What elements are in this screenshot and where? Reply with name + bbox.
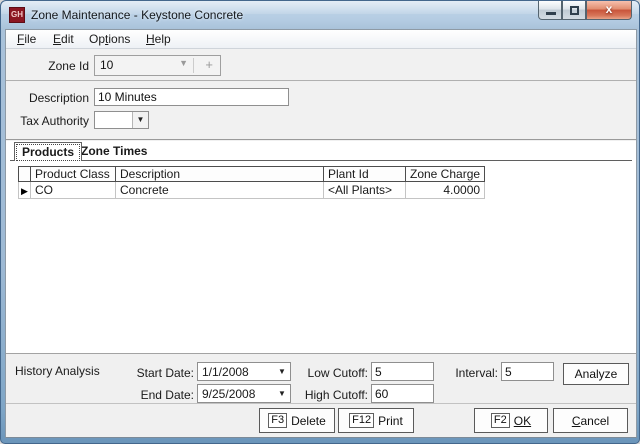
print-button[interactable]: F12 Print [338, 408, 414, 433]
end-date-label: End Date: [101, 387, 194, 403]
delete-button-label: Delete [291, 414, 326, 428]
app-icon: GH [9, 7, 25, 23]
tab-zone-times-label: Zone Times [81, 144, 147, 158]
zone-id-combobox[interactable]: 10 ▼ + [94, 55, 221, 76]
ok-button-label: OK [514, 414, 531, 428]
start-date-value: 1/1/2008 [202, 364, 249, 380]
high-cutoff-label: High Cutoff: [291, 387, 368, 403]
f3-key-badge: F3 [268, 413, 287, 428]
menu-help[interactable]: Help [140, 30, 177, 49]
low-cutoff-input[interactable] [371, 362, 434, 381]
focus-outline [17, 145, 79, 160]
chevron-down-icon[interactable]: ▼ [274, 385, 290, 402]
description-input[interactable] [94, 88, 289, 106]
low-cutoff-label: Low Cutoff: [291, 365, 368, 381]
zone-id-value: 10 [100, 58, 113, 72]
menu-options[interactable]: Options [83, 30, 136, 49]
minimize-button[interactable] [538, 1, 562, 20]
analyze-button[interactable]: Analyze [563, 363, 629, 385]
interval-input[interactable] [501, 362, 554, 381]
f12-key-badge: F12 [349, 413, 374, 428]
delete-button[interactable]: F3 Delete [259, 408, 335, 433]
f2-key-badge: F2 [491, 413, 510, 428]
grid-header-row: Product Class Description Plant Id Zone … [19, 167, 485, 182]
tab-zone-times[interactable]: Zone Times [74, 142, 154, 161]
menu-file[interactable]: File [11, 30, 42, 49]
chevron-down-icon[interactable]: ▼ [179, 58, 188, 68]
menu-edit[interactable]: Edit [47, 30, 80, 49]
products-grid: Product Class Description Plant Id Zone … [18, 166, 485, 199]
ok-button[interactable]: F2 OK [474, 408, 548, 433]
cell-description[interactable]: Concrete [116, 182, 324, 199]
row-selector-cell: ▶ [19, 182, 31, 199]
start-date-label: Start Date: [101, 365, 194, 381]
start-date-combobox[interactable]: 1/1/2008 ▼ [197, 362, 291, 381]
maximize-icon [570, 6, 579, 15]
cell-plant-id[interactable]: <All Plants> [324, 182, 406, 199]
description-label: Description [11, 90, 89, 106]
zone-id-label: Zone Id [11, 58, 89, 74]
tax-authority-label: Tax Authority [3, 113, 89, 129]
column-header-product-class[interactable]: Product Class [31, 167, 116, 182]
analyze-button-label: Analyze [575, 367, 618, 381]
maximize-button[interactable] [562, 1, 586, 20]
tax-authority-combobox[interactable]: ▼ [94, 111, 149, 129]
cell-zone-charge[interactable]: 4.0000 [406, 182, 485, 199]
end-date-combobox[interactable]: 9/25/2008 ▼ [197, 384, 291, 403]
tab-products[interactable]: Products [14, 142, 82, 161]
minimize-icon [546, 12, 556, 15]
high-cutoff-input[interactable] [371, 384, 434, 403]
column-header-description[interactable]: Description [116, 167, 324, 182]
chevron-down-icon[interactable]: ▼ [274, 363, 290, 380]
selector-column-header [19, 167, 31, 182]
cancel-button[interactable]: Cancel [553, 408, 628, 433]
cell-product-class[interactable]: CO [31, 182, 116, 199]
chevron-down-icon[interactable]: ▼ [132, 112, 148, 128]
window-title: Zone Maintenance - Keystone Concrete [31, 8, 243, 22]
print-button-label: Print [378, 414, 403, 428]
interval-label: Interval: [441, 365, 498, 381]
column-header-plant-id[interactable]: Plant Id [324, 167, 406, 182]
cancel-button-label: Cancel [572, 414, 609, 428]
app-window: GH Zone Maintenance - Keystone Concrete … [0, 0, 640, 444]
menu-bar: File Edit Options Help [6, 30, 636, 49]
add-zone-icon[interactable]: + [205, 57, 213, 72]
title-bar[interactable]: GH Zone Maintenance - Keystone Concrete … [1, 1, 640, 29]
table-row[interactable]: ▶ CO Concrete <All Plants> 4.0000 [19, 182, 485, 199]
close-button[interactable]: x [586, 1, 632, 20]
close-icon: x [606, 2, 613, 16]
column-header-zone-charge[interactable]: Zone Charge [406, 167, 485, 182]
row-selector-icon: ▶ [21, 186, 28, 196]
combo-divider [193, 58, 194, 73]
end-date-value: 9/25/2008 [202, 386, 255, 402]
